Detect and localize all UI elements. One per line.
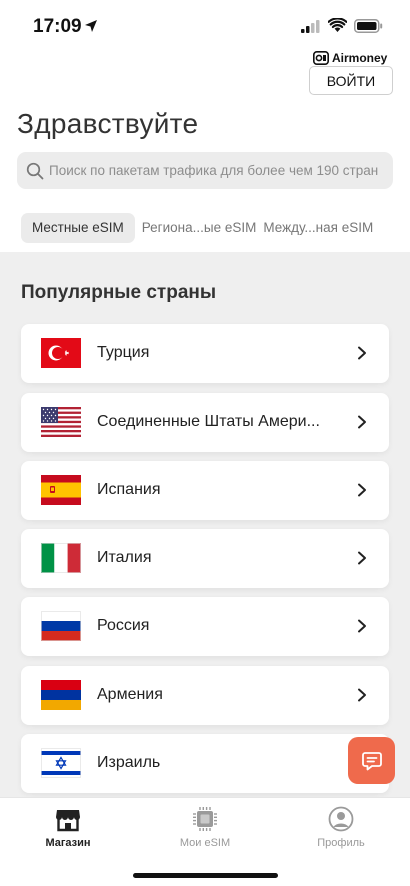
country-name: Армения [97,686,163,703]
italy-flag-icon [41,543,81,573]
country-name: Италия [97,549,152,566]
page-title: Здравствуйте [17,108,199,139]
country-item-spain[interactable]: Испания [21,461,389,520]
country-item-russia[interactable]: Россия [21,597,389,656]
country-name: Россия [97,617,150,634]
nav-label: Мои eSIM [179,837,231,849]
nav-profile[interactable]: Профиль [296,806,386,849]
country-name: Соединенные Штаты Амери... [97,413,320,430]
country-name: Испания [97,481,161,498]
signal-icon [301,20,320,33]
russia-flag-icon [41,611,81,641]
chevron-right-icon [358,346,366,360]
login-button[interactable]: ВОЙТИ [309,66,393,95]
status-time: 17:09 [33,16,82,37]
chevron-right-icon [358,688,366,702]
nav-label: Профиль [317,837,365,849]
chevron-right-icon [358,619,366,633]
country-item-israel[interactable]: Израиль [21,734,389,793]
usa-flag-icon [41,407,81,437]
location-arrow-icon [85,20,97,32]
sim-chip-icon [193,807,217,831]
search-input[interactable]: Поиск по пакетам трафика для более чем 1… [17,152,393,189]
tab-regional-esim[interactable]: Региона...ые eSIM [142,213,257,243]
country-name: Израиль [97,754,161,771]
brand-name: Airmoney [332,51,388,65]
country-name: Турция [97,344,150,361]
section-title: Популярные страны [21,282,217,303]
israel-flag-icon [41,748,81,778]
nav-label: Магазин [45,837,91,849]
wifi-icon [328,18,347,32]
chevron-right-icon [358,415,366,429]
chat-button[interactable] [348,737,395,784]
country-item-turkey[interactable]: Турция [21,324,389,383]
header-area: 17:09 Airmoney ВОЙТИ Здравствуйте Поиск … [0,0,410,252]
store-icon [56,810,80,832]
chevron-right-icon [358,483,366,497]
search-placeholder: Поиск по пакетам трафика для более чем 1… [49,163,379,178]
turkey-flag-icon [41,338,81,368]
armenia-flag-icon [41,680,81,710]
country-item-usa[interactable]: Соединенные Штаты Амери... [21,393,389,452]
chevron-right-icon [358,551,366,565]
spain-flag-icon [41,475,81,505]
search-icon [26,162,44,179]
country-item-armenia[interactable]: Армения [21,666,389,725]
chat-icon [361,751,382,770]
tab-local-esim[interactable]: Местные eSIM [21,213,135,243]
profile-icon [328,806,354,832]
country-item-italy[interactable]: Италия [21,529,389,588]
tab-international-esim[interactable]: Между...ная eSIM [263,213,373,243]
airmoney-logo-icon [313,51,329,65]
battery-icon [354,19,383,33]
status-bar: 17:09 [0,0,410,50]
brand-badge: Airmoney [313,50,387,66]
nav-my-esim[interactable]: Мои eSIM [160,806,250,849]
nav-store[interactable]: Магазин [23,806,113,849]
home-indicator [133,873,278,878]
esim-type-tabs: Местные eSIM Региона...ые eSIM Между...н… [21,213,373,243]
